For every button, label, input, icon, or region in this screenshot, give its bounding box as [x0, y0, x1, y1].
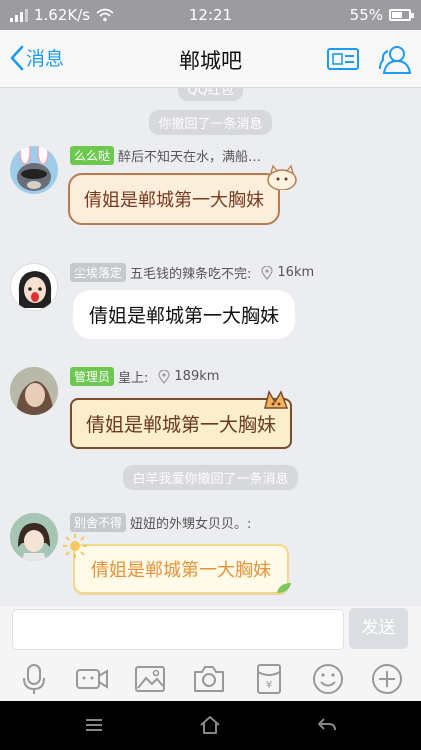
cat-ear-decoration-icon [264, 390, 289, 409]
leaf-decoration-icon [277, 583, 291, 593]
status-bar: 1.62K/s 12:21 55% [0, 0, 421, 30]
chat-area[interactable]: QQ红包 你撤回了一条消息 么么哒 醉后不知天在水，满船… 倩姐是郸城第一大胸妹 [0, 88, 421, 606]
group-card-icon[interactable] [326, 43, 360, 75]
sender-name: 妞妞的外甥女贝贝。: [130, 517, 252, 532]
member-tag: 么么哒 [70, 146, 115, 165]
avatar[interactable] [10, 367, 58, 415]
emoji-icon[interactable] [311, 662, 345, 696]
home-icon[interactable] [198, 713, 222, 737]
battery-icon [389, 9, 414, 21]
bunny-avatar-icon [17, 146, 51, 191]
avatar[interactable] [10, 513, 58, 561]
avatar[interactable] [10, 263, 58, 311]
image-icon[interactable] [133, 662, 167, 696]
send-button[interactable]: 发送 [349, 608, 408, 649]
red-packet-icon[interactable]: ¥ [252, 662, 286, 696]
message-bubble[interactable]: 倩姐是郸城第一大胸妹 [73, 544, 289, 594]
message-input[interactable] [12, 609, 344, 650]
sender-name: 五毛钱的辣条吃不完: [130, 267, 252, 282]
back-icon[interactable] [315, 713, 339, 737]
sun-decoration-icon [63, 534, 87, 558]
sender-name: 皇上: [118, 371, 149, 386]
plus-icon[interactable] [370, 662, 404, 696]
recall-notice: 你撤回了一条消息 [0, 110, 421, 135]
anime-girl-avatar-icon [10, 513, 58, 561]
cat-decoration-icon [267, 164, 297, 190]
message-text: 倩姐是郸城第一大胸妹 [84, 190, 264, 211]
location-pin-icon [158, 369, 171, 384]
member-tag: 尘埃落定 [70, 263, 127, 282]
message-bubble[interactable]: 倩姐是郸城第一大胸妹 [73, 290, 296, 339]
message-bubble[interactable]: 倩姐是郸城第一大胸妹 [70, 398, 293, 449]
girl-avatar-icon [18, 271, 52, 308]
message-text: 倩姐是郸城第一大胸妹 [86, 414, 277, 436]
location-pin-icon [261, 265, 274, 280]
member-tag: 管理员 [70, 367, 115, 386]
system-notice-partial: QQ红包 [0, 88, 421, 101]
menu-icon[interactable] [82, 713, 106, 737]
toolbar: ¥ [0, 656, 421, 701]
nav-bar: 消息 郸城吧 [0, 30, 421, 88]
group-members-icon[interactable] [378, 43, 412, 75]
sender-name: 醉后不知天在水，满船… [118, 150, 262, 165]
message-text: 倩姐是郸城第一大胸妹 [91, 560, 271, 581]
input-bar: 发送 [0, 606, 421, 656]
avatar[interactable] [10, 146, 58, 194]
system-nav-bar [0, 701, 421, 750]
message-text: 倩姐是郸城第一大胸妹 [89, 305, 280, 327]
distance: 16km [277, 265, 315, 280]
microphone-icon[interactable] [17, 662, 51, 696]
svg-text:¥: ¥ [266, 680, 272, 691]
distance: 189km [174, 369, 220, 384]
recall-notice: 白羊我爱你撤回了一条消息 [0, 465, 421, 490]
member-tag: 别舍不得 [70, 513, 127, 532]
message-bubble[interactable]: 倩姐是郸城第一大胸妹 [68, 173, 280, 225]
video-icon[interactable] [75, 662, 109, 696]
photo-avatar-icon [10, 367, 58, 415]
camera-icon[interactable] [192, 662, 226, 696]
battery-percent: 55% [349, 6, 383, 24]
